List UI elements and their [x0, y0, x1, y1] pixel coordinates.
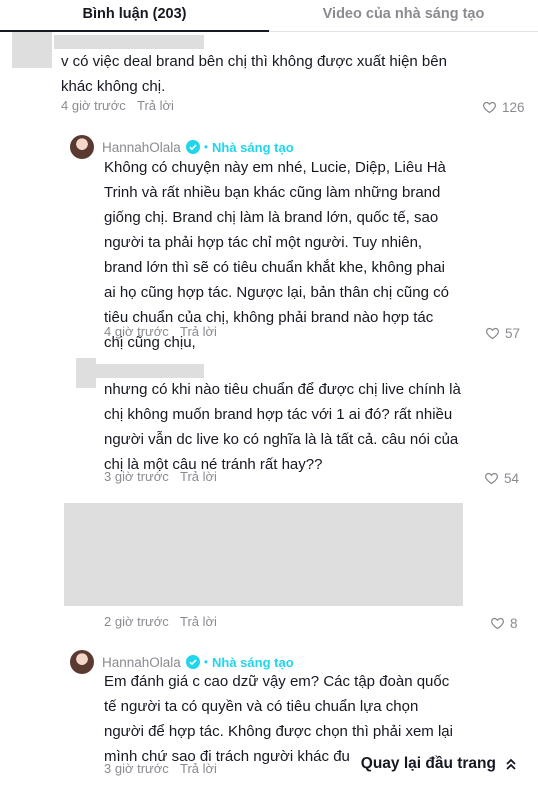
- like-button[interactable]: 8: [490, 616, 518, 631]
- reply-button[interactable]: Trả lời: [180, 761, 217, 777]
- reply-button[interactable]: Trả lời: [180, 469, 217, 485]
- comment-line: người vẫn dc live ko có nghĩa là là tất …: [104, 431, 459, 448]
- comment-time: 3 giờ trước: [104, 761, 169, 776]
- reply-button[interactable]: Trả lời: [180, 614, 217, 630]
- verified-check-icon: [185, 140, 200, 154]
- comment-line: người ta phải hợp tác chỉ một người. Tuy…: [104, 234, 423, 251]
- like-button[interactable]: 126: [482, 100, 525, 115]
- heart-outline-icon: [483, 101, 496, 114]
- like-count: 8: [510, 616, 518, 631]
- comment-line: nhưng có khi nào tiêu chuẩn để được chị …: [104, 381, 461, 398]
- comment-line: người để hợp tác. Không được chọn thì ph…: [104, 723, 453, 740]
- separator-dot: •: [203, 140, 209, 154]
- reply-button[interactable]: Trả lời: [137, 98, 174, 114]
- redacted-username: [96, 364, 204, 378]
- like-button[interactable]: 57: [485, 326, 520, 341]
- comment-line: brand lớn thì sẽ có tiêu chuẩn khắt khe,…: [104, 259, 445, 276]
- heart-outline-icon: [486, 327, 499, 340]
- comment-line: khác không chị.: [61, 78, 166, 95]
- creator-badge: Nhà sáng tạo: [212, 654, 294, 670]
- like-count: 57: [505, 326, 521, 341]
- comment-time: 2 giờ trước: [104, 614, 169, 629]
- reply-button[interactable]: Trả lời: [180, 324, 217, 340]
- redacted-avatar: [12, 32, 52, 68]
- comment-time: 4 giờ trước: [61, 98, 126, 113]
- like-count: 54: [504, 471, 520, 486]
- comment-line: Không có chuyện này em nhé, Lucie, Diệp,…: [104, 159, 446, 176]
- creator-badge: Nhà sáng tạo: [212, 139, 294, 155]
- redacted-username: [54, 35, 204, 49]
- verified-check-icon: [185, 655, 200, 669]
- comment-line: chị không muốn brand hợp tác với 1 ai đó…: [104, 406, 453, 423]
- comment-line: tế người ta có quyền và có tiêu chuẩn lự…: [104, 698, 419, 715]
- redacted-comment: [64, 503, 463, 606]
- like-button[interactable]: 54: [484, 471, 519, 486]
- avatar[interactable]: [70, 135, 94, 159]
- tab-bar: Bình luận (203) Video của nhà sáng tạo: [0, 0, 538, 32]
- comment-line: ai họ cũng hợp tác. Ngược lại, bản thân …: [104, 284, 449, 301]
- like-count: 126: [502, 100, 525, 115]
- comment-time: 4 giờ trước: [104, 324, 169, 339]
- tab-creator-videos[interactable]: Video của nhà sáng tạo: [269, 0, 538, 31]
- comment-line: Trinh và rất nhiều bạn khác cũng làm nhữ…: [104, 184, 441, 201]
- heart-outline-icon: [485, 472, 498, 485]
- tab-comments[interactable]: Bình luận (203): [0, 0, 269, 32]
- separator-dot: •: [203, 655, 209, 669]
- redacted-avatar: [76, 358, 96, 388]
- comment-line: giống chị. Brand chị làm là brand lớn, q…: [104, 209, 439, 226]
- username[interactable]: HannahOlala: [102, 140, 181, 155]
- username[interactable]: HannahOlala: [102, 655, 181, 670]
- comment-line: v có việc deal brand bên chị thì không đ…: [61, 53, 447, 70]
- back-to-top-label: Quay lại đầu trang: [360, 755, 496, 772]
- back-to-top-button[interactable]: Quay lại đầu trang: [348, 749, 522, 777]
- comment-time: 3 giờ trước: [104, 469, 169, 484]
- avatar[interactable]: [70, 650, 94, 674]
- comment-line: Em đánh giá c cao dzữ vậy em? Các tập đo…: [104, 673, 450, 690]
- heart-outline-icon: [491, 617, 504, 630]
- comment-text: nhưng có khi nào tiêu chuẩn để được chị …: [104, 377, 524, 477]
- double-chevron-up-icon: [506, 758, 516, 770]
- comment-text: v có việc deal brand bên chị thì không đ…: [61, 49, 521, 99]
